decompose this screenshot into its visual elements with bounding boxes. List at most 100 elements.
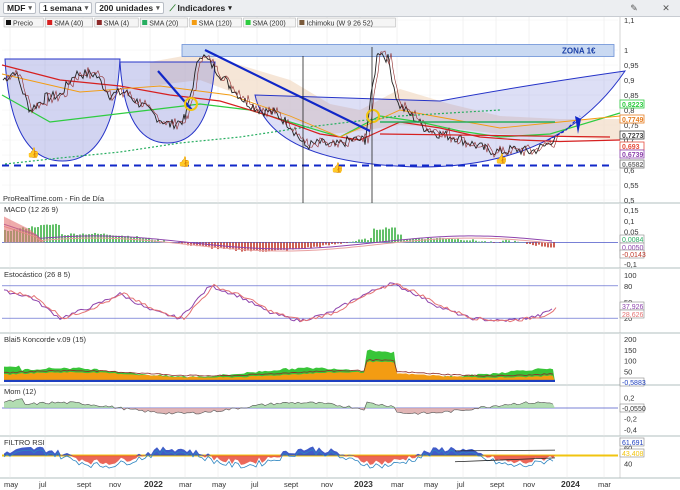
macd-bar: [535, 242, 537, 246]
macd-bar: [289, 242, 291, 250]
macd-bar: [481, 241, 483, 243]
macd-bar: [61, 234, 63, 243]
blai-axis-tick: 150: [624, 346, 637, 355]
time-tick: jul: [250, 480, 259, 489]
macd-bar: [313, 242, 315, 247]
legend-swatch: [245, 20, 251, 25]
macd-bar: [391, 227, 393, 243]
macd-bar: [508, 240, 510, 243]
macd-bar: [367, 240, 369, 243]
macd-bar: [58, 224, 60, 243]
stoch-axis-tick: 100: [624, 271, 637, 280]
time-tick: 2024: [561, 479, 580, 489]
macd-bar: [478, 241, 480, 243]
legend-label: SMA (4): [104, 21, 129, 28]
mom-tag-label: -0,0550: [622, 406, 646, 413]
stoch-title: Estocástico (26 8 5): [4, 270, 71, 279]
macd-bar: [319, 242, 321, 248]
macd-bar: [469, 240, 471, 243]
macd-bar: [340, 242, 342, 244]
macd-bar: [238, 242, 240, 250]
legend-swatch: [96, 20, 102, 25]
macd-bar: [400, 234, 402, 243]
zone-label: ZONA 1€: [562, 47, 596, 56]
price-axis-tick: 0,85: [624, 91, 639, 100]
macd-bar: [307, 242, 309, 248]
legend-swatch: [142, 20, 148, 25]
macd-bar: [295, 242, 297, 249]
time-tick: nov: [523, 480, 535, 489]
panel-bg: [0, 386, 680, 436]
time-tick: sept: [77, 480, 92, 489]
macd-bar: [328, 242, 330, 246]
macd-bar: [445, 238, 447, 243]
macd-bar: [502, 240, 504, 243]
legend-label: SMA (120): [199, 21, 232, 28]
chart-canvas: may jul sept nov 2022 mar may jul sept nov 2023 mar…: [0, 16, 680, 489]
macd-bar: [352, 241, 354, 243]
price-axis-tick: 0,5: [624, 196, 634, 205]
price-tag-label: 0,6739: [622, 152, 644, 159]
koncorde-blue-area: [4, 379, 555, 382]
macd-bar: [130, 237, 132, 243]
macd-bar: [301, 242, 303, 249]
zone-rect: [181, 44, 615, 57]
macd-bar: [247, 242, 249, 251]
price-axis-tick: 1,1: [624, 16, 634, 25]
price-axis-tick: 0,9: [624, 76, 634, 85]
macd-bar: [343, 242, 345, 243]
mom-axis-tick: 0,2: [624, 393, 634, 402]
macd-bar: [490, 241, 492, 243]
time-tick: nov: [109, 480, 121, 489]
time-tick: sept: [284, 480, 299, 489]
macd-axis-tick: 0,15: [624, 206, 639, 215]
macd-bar: [475, 240, 477, 243]
macd-bar: [211, 242, 213, 249]
macd-bar: [472, 239, 474, 243]
price-axis-tick: 1: [624, 46, 628, 55]
legend-label: Precio: [13, 21, 33, 28]
time-tick: mar: [598, 480, 611, 489]
macd-bar: [385, 227, 387, 243]
macd-bar: [448, 238, 450, 243]
rsi-title: FILTRO RSI: [4, 438, 45, 447]
macd-bar: [457, 238, 459, 243]
macd-bar: [325, 242, 327, 245]
macd-bar: [268, 242, 270, 252]
macd-bar: [361, 239, 363, 243]
rsi-axis-tick: 40: [624, 459, 632, 468]
legend-swatch: [299, 20, 305, 25]
price-axis-tick: 0,95: [624, 61, 639, 70]
macd-bar: [232, 242, 234, 250]
legend-label: Ichimoku (W 9 26 52): [306, 21, 373, 28]
macd-bar: [316, 242, 318, 247]
macd-bar: [178, 242, 180, 243]
macd-bar: [463, 240, 465, 243]
macd-bar: [334, 242, 336, 245]
macd-bar: [253, 242, 255, 251]
mom-title: Mom (12): [4, 387, 37, 396]
legend-swatch: [6, 20, 11, 25]
macd-title: MACD (12 26 9): [4, 205, 59, 214]
macd-bar: [532, 242, 534, 246]
stoch-tag-label: 28,626: [622, 312, 644, 319]
panel-bg: [0, 269, 680, 333]
blai-title: Blai5 Koncorde v.09 (15): [4, 335, 86, 344]
time-tick: may: [424, 480, 438, 489]
thumbs-up-icon: 👍: [27, 146, 39, 159]
time-tick: sept: [490, 480, 505, 489]
macd-bar: [355, 240, 357, 243]
legend-swatch: [191, 20, 197, 25]
mom-axis-tick: -0,2: [624, 415, 637, 424]
macd-bar: [484, 241, 486, 243]
macd-bar: [376, 229, 378, 243]
macd-bar: [337, 242, 339, 244]
macd-bar: [505, 239, 507, 243]
blai-tag-label: -0,5883: [622, 380, 646, 387]
macd-bar: [373, 228, 375, 243]
macd-bar: [271, 242, 273, 251]
time-tick: may: [212, 480, 226, 489]
macd-bar: [526, 242, 528, 244]
footer-credit: ProRealTime.com - Fin de Día: [3, 194, 105, 203]
time-tick: mar: [179, 480, 192, 489]
